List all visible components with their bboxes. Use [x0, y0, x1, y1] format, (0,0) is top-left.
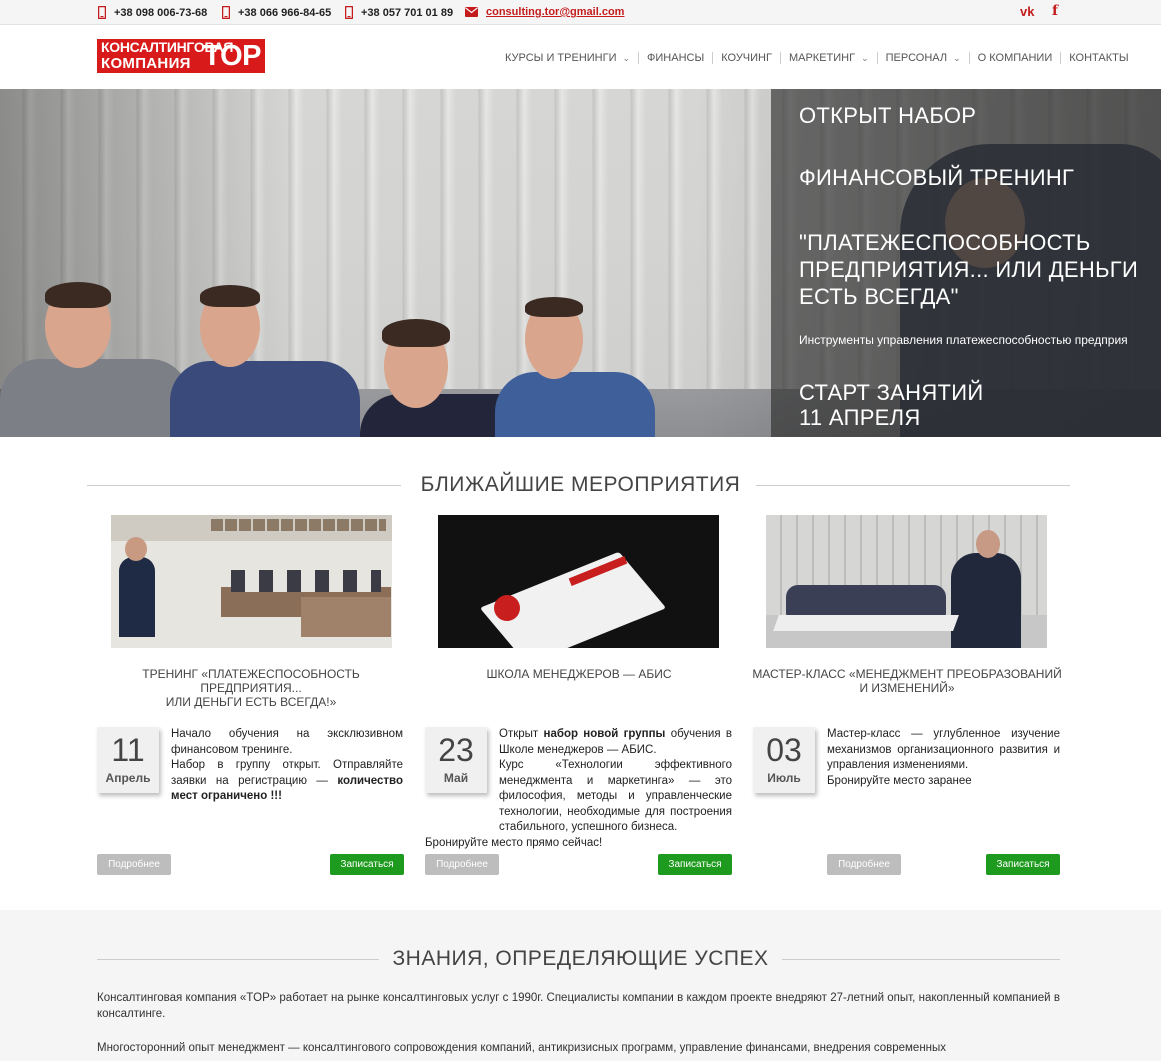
hero-start-date: 11 АПРЕЛЯ — [799, 405, 921, 430]
phone-2-text: +38 066 966-84-65 — [238, 6, 332, 19]
events-section-title: БЛИЖАЙШИЕ МЕРОПРИЯТИЯ — [420, 473, 741, 496]
hero-line-title-1: "ПЛАТЕЖЕСПОСОБНОСТЬ — [799, 230, 1091, 255]
nav-personnel-label: ПЕРСОНАЛ — [885, 52, 948, 64]
phone-2[interactable]: +38 066 966-84-65 — [222, 6, 331, 19]
event-1-date-badge: 11 Апрель — [97, 727, 159, 793]
event-1-month: Апрель — [105, 771, 151, 785]
nav-marketing[interactable]: МАРКЕТИНГ ⌄ — [789, 52, 869, 64]
nav-divider — [968, 52, 970, 64]
event-3-description: Мастер-класс — углубленное изучение меха… — [827, 727, 1060, 789]
nav-coaching[interactable]: КОУЧИНГ — [721, 52, 772, 64]
nav-divider — [876, 52, 878, 64]
logo-line-2: КОМПАНИЯ — [101, 55, 191, 72]
nav-divider — [712, 52, 714, 64]
phone-1[interactable]: +38 098 006-73-68 — [98, 6, 207, 19]
hero-subtitle: Инструменты управления платежеспособност… — [799, 333, 1128, 347]
nav-marketing-label: МАРКЕТИНГ — [788, 52, 856, 64]
chevron-down-icon: ⌄ — [861, 52, 869, 63]
event-1-more-button[interactable]: Подробнее — [97, 854, 171, 875]
top-contact-bar: +38 098 006-73-68 +38 066 966-84-65 +38 … — [0, 0, 1161, 25]
nav-divider — [638, 52, 640, 64]
nav-divider — [1060, 52, 1062, 64]
event-3-month: Июль — [767, 771, 801, 785]
event-2-register-button[interactable]: Записаться — [658, 854, 732, 875]
hero-line-title-2: ПРЕДПРИЯТИЯ... ИЛИ ДЕНЬГИ — [799, 257, 1139, 282]
chevron-down-icon: ⌄ — [953, 52, 961, 63]
nav-finance-label: ФИНАНСЫ — [647, 52, 705, 64]
mobile-phone-icon — [98, 6, 106, 19]
event-1-title[interactable]: ТРЕНИНГ «ПЛАТЕЖЕСПОСОБНОСТЬ ПРЕДПРИЯТИЯ.… — [96, 667, 406, 709]
site-header: КОНСАЛТИНГОВАЯ КОМПАНИЯ TOP КУРСЫ И ТРЕН… — [0, 25, 1161, 89]
nav-courses[interactable]: КУРСЫ И ТРЕНИНГИ ⌄ — [505, 52, 630, 64]
nav-contacts-label: КОНТАКТЫ — [1069, 52, 1129, 64]
nav-contacts[interactable]: КОНТАКТЫ — [1069, 52, 1128, 64]
knowledge-section-title: ЗНАНИЯ, ОПРЕДЕЛЯЮЩИЕ УСПЕХ — [392, 947, 769, 970]
event-3-register-button[interactable]: Записаться — [986, 854, 1060, 875]
mobile-phone-icon — [345, 6, 353, 19]
event-1-description: Начало обучения на эксклюзивном финансов… — [171, 727, 403, 805]
event-2-title-line-1: ШКОЛА МЕНЕДЖЕРОВ — АБИС — [486, 667, 672, 681]
knowledge-section: ЗНАНИЯ, ОПРЕДЕЛЯЮЩИЕ УСПЕХ Консалтингова… — [0, 910, 1161, 1061]
nav-about-label: О КОМПАНИИ — [977, 52, 1053, 64]
event-2-image[interactable] — [438, 515, 719, 648]
hero-start-label: СТАРТ ЗАНЯТИЙ — [799, 380, 984, 405]
hero-line-title-3: ЕСТЬ ВСЕГДА" — [799, 284, 959, 309]
facebook-icon[interactable]: f — [1052, 3, 1058, 19]
event-2-desc-b: набор новой группы — [543, 728, 666, 740]
event-2-more-button[interactable]: Подробнее — [425, 854, 499, 875]
phone-3[interactable]: +38 057 701 01 89 — [345, 6, 453, 19]
chevron-down-icon: ⌄ — [622, 52, 631, 63]
company-logo[interactable]: КОНСАЛТИНГОВАЯ КОМПАНИЯ TOP — [97, 39, 265, 73]
phone-3-text: +38 057 701 01 89 — [361, 6, 454, 19]
email-link[interactable]: consulting.tor@gmail.com — [465, 6, 624, 18]
event-1-register-button[interactable]: Записаться — [330, 854, 404, 875]
event-2-desc-e: Бронируйте место прямо сейчас! — [425, 836, 603, 849]
mobile-phone-icon — [222, 6, 230, 19]
event-3-more-button[interactable]: Подробнее — [827, 854, 901, 875]
nav-coaching-label: КОУЧИНГ — [721, 52, 772, 64]
logo-brand: TOP — [203, 40, 261, 72]
event-2-description: Открыт набор новой группы обучения в Шко… — [425, 727, 732, 851]
event-1-title-line-1: ТРЕНИНГ «ПЛАТЕЖЕСПОСОБНОСТЬ ПРЕДПРИЯТИЯ.… — [142, 667, 360, 695]
nav-divider — [779, 52, 781, 64]
event-3-title-line-2: И ИЗМЕНЕНИЙ» — [859, 681, 955, 695]
event-2-desc-intro: Открыт набор новой группы обучения в Шко… — [425, 727, 732, 758]
event-3-title[interactable]: МАСТЕР-КЛАСС «МЕНЕДЖМЕНТ ПРЕОБРАЗОВАНИЙ … — [752, 667, 1062, 695]
nav-courses-label: КУРСЫ И ТРЕНИНГИ — [505, 52, 617, 64]
hero-line-open-enrollment: ОТКРЫТ НАБОР — [799, 103, 977, 128]
event-3-image[interactable] — [766, 515, 1047, 648]
event-3-day: 03 — [766, 732, 802, 768]
knowledge-paragraph-2: Многосторонний опыт менеджмент — консалт… — [97, 1042, 947, 1054]
nav-personnel[interactable]: ПЕРСОНАЛ ⌄ — [886, 52, 961, 64]
event-3-date-badge: 03 Июль — [753, 727, 815, 793]
phone-1-text: +38 098 006-73-68 — [114, 6, 208, 19]
event-2-desc-d: Курс «Технологии эффективного менеджмент… — [499, 759, 732, 833]
vk-icon[interactable]: vk — [1020, 4, 1034, 19]
event-3-desc-a: Мастер-класс — углубленное изучение меха… — [827, 728, 1060, 771]
main-nav: КУРСЫ И ТРЕНИНГИ ⌄ ФИНАНСЫ КОУЧИНГ МАРКЕ… — [505, 52, 1129, 64]
email-text: consulting.tor@gmail.com — [486, 6, 625, 18]
nav-about[interactable]: О КОМПАНИИ — [978, 52, 1053, 64]
event-2-title[interactable]: ШКОЛА МЕНЕДЖЕРОВ — АБИС — [424, 667, 734, 681]
nav-finance[interactable]: ФИНАНСЫ — [647, 52, 704, 64]
envelope-icon — [465, 7, 478, 17]
hero-line-training-type: ФИНАНСОВЫЙ ТРЕНИНГ — [799, 165, 1075, 190]
event-1-desc-p1: Начало обучения на эксклюзивном финансов… — [171, 728, 403, 756]
event-3-title-line-1: МАСТЕР-КЛАСС «МЕНЕДЖМЕНТ ПРЕОБРАЗОВАНИЙ — [752, 667, 1062, 681]
event-2-desc-a: Открыт — [499, 728, 544, 740]
event-1-desc-p2: Набор в группу открыт. Отправляйте заявк… — [171, 758, 403, 805]
hero-banner[interactable]: ОТКРЫТ НАБОР ФИНАНСОВЫЙ ТРЕНИНГ "ПЛАТЕЖЕ… — [0, 89, 1161, 437]
event-1-title-line-2: ИЛИ ДЕНЬГИ ЕСТЬ ВСЕГДА!» — [165, 695, 337, 709]
event-1-image[interactable] — [111, 515, 392, 648]
event-1-day: 11 — [111, 732, 145, 768]
event-3-desc-b: Бронируйте место заранее — [827, 774, 972, 787]
knowledge-paragraph-1: Консалтинговая компания «TOP» работает н… — [97, 992, 1060, 1020]
